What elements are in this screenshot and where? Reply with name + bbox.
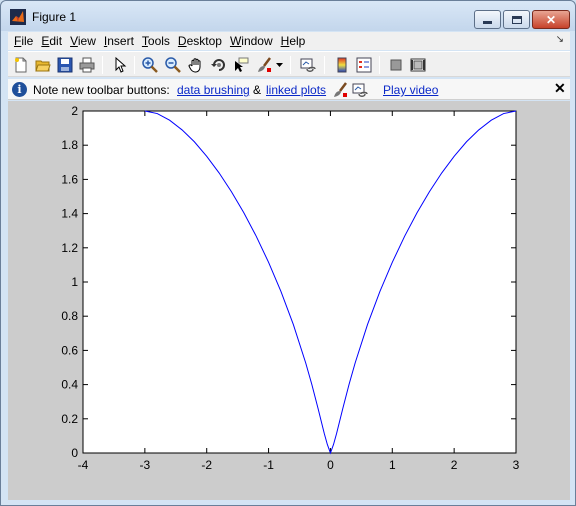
print-icon[interactable]: [77, 55, 97, 75]
info-ampersand: &: [253, 83, 262, 97]
menu-help[interactable]: Help: [278, 34, 309, 48]
plot-area[interactable]: -4 -3 -2 -1 0 1 2 3 0 0.2 0.4 0.6 0.8 1 1.2 1.4 1.6 1.8 2: [8, 101, 570, 500]
y-tick-label: 0.6: [61, 343, 78, 357]
figure-toolbar: [8, 51, 570, 77]
toolbar-separator: [134, 56, 135, 74]
toolbar-separator: [102, 56, 103, 74]
legend-icon[interactable]: [354, 55, 374, 75]
x-tick-label: 0: [327, 458, 334, 472]
window-title: Figure 1: [32, 10, 77, 24]
edit-plot-arrow-icon[interactable]: [110, 55, 130, 75]
open-file-icon[interactable]: [33, 55, 53, 75]
x-tick-label: -1: [263, 458, 274, 472]
menu-tools[interactable]: Tools: [139, 34, 173, 48]
menu-window[interactable]: Window: [227, 34, 276, 48]
y-tick-label: 0.8: [61, 309, 78, 323]
y-tick-label: 1: [71, 275, 78, 289]
minimize-button[interactable]: [474, 10, 501, 29]
menu-file[interactable]: File: [11, 34, 36, 48]
x-tick-label: -3: [140, 458, 151, 472]
maximize-icon: [511, 15, 522, 24]
x-tick-label: -2: [201, 458, 212, 472]
zoom-out-icon[interactable]: [163, 55, 183, 75]
axes-box[interactable]: [82, 110, 517, 454]
y-tick-label: 0.2: [61, 412, 78, 426]
hide-plot-tools-icon[interactable]: [386, 55, 406, 75]
x-tick-label: 1: [389, 458, 396, 472]
menu-insert[interactable]: Insert: [101, 34, 137, 48]
menu-view[interactable]: View: [67, 34, 99, 48]
toolbar-separator: [379, 56, 380, 74]
title-bar[interactable]: Figure 1 ✕: [1, 1, 575, 31]
y-tick-label: 2: [71, 104, 78, 118]
info-icon: i: [12, 82, 27, 97]
rotate-3d-icon[interactable]: [209, 55, 229, 75]
minimize-icon: [483, 21, 492, 24]
y-tick-label: 1.2: [61, 241, 78, 255]
close-icon: ✕: [545, 12, 557, 27]
show-plot-tools-icon[interactable]: [408, 55, 428, 75]
linked-plots-link[interactable]: linked plots: [266, 83, 326, 97]
data-cursor-icon[interactable]: [231, 55, 251, 75]
save-icon[interactable]: [55, 55, 75, 75]
brush-icon[interactable]: [254, 55, 274, 75]
brush-icon: [330, 80, 350, 100]
menu-desktop[interactable]: Desktop: [175, 34, 225, 48]
toolbar-separator: [324, 56, 325, 74]
new-figure-icon[interactable]: [11, 55, 31, 75]
link-plot-icon: [350, 80, 370, 100]
y-tick-label: 0.4: [61, 378, 78, 392]
play-video-link[interactable]: Play video: [383, 83, 438, 97]
zoom-in-icon[interactable]: [140, 55, 160, 75]
x-tick-label: -4: [78, 458, 89, 472]
y-tick-label: 1.4: [61, 207, 78, 221]
y-tick-label: 0: [71, 446, 78, 460]
toolbar-separator: [290, 56, 291, 74]
data-brushing-link[interactable]: data brushing: [177, 83, 250, 97]
y-tick-label: 1.6: [61, 172, 78, 186]
figure-canvas: -4 -3 -2 -1 0 1 2 3 0 0.2 0.4 0.6 0.8 1 1.2 1.4 1.6 1.8 2: [8, 101, 570, 500]
close-button[interactable]: ✕: [532, 10, 570, 29]
menu-bar: File Edit View Insert Tools Desktop Wind…: [8, 32, 570, 50]
close-icon[interactable]: ✕: [554, 80, 566, 97]
colorbar-icon[interactable]: [332, 55, 352, 75]
pan-hand-icon[interactable]: [186, 55, 206, 75]
info-bar: i Note new toolbar buttons: data brushin…: [8, 79, 570, 100]
info-message: Note new toolbar buttons:: [33, 83, 170, 97]
link-plot-icon[interactable]: [298, 55, 318, 75]
y-tick-label: 1.8: [61, 138, 78, 152]
figure-window: Figure 1 ✕ File Edit View Insert Tools D…: [0, 0, 576, 506]
dock-figure-icon[interactable]: ↘: [556, 34, 564, 45]
matlab-logo-icon: [10, 9, 26, 25]
x-tick-label: 2: [451, 458, 458, 472]
maximize-button[interactable]: [503, 10, 530, 29]
menu-edit[interactable]: Edit: [38, 34, 65, 48]
x-tick-label: 3: [513, 458, 520, 472]
brush-dropdown-icon[interactable]: [274, 55, 284, 75]
